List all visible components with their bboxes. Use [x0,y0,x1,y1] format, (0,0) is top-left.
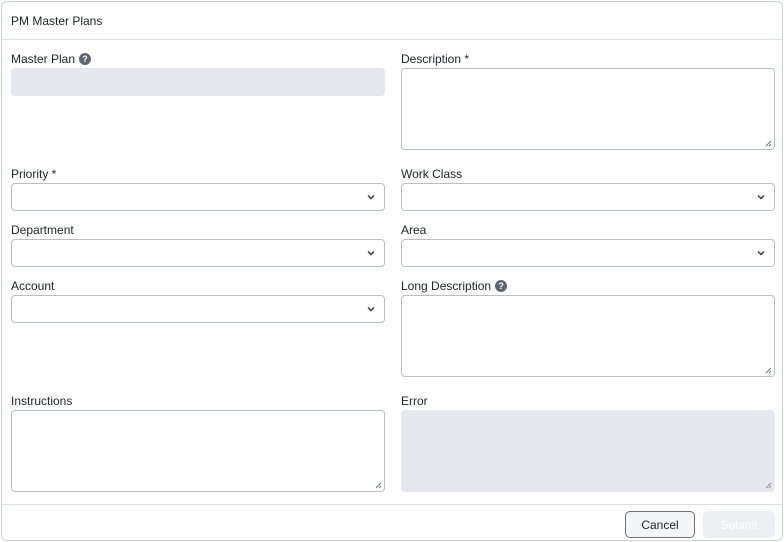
cancel-button[interactable]: Cancel [625,511,695,538]
department-select[interactable] [11,239,385,267]
long-description-help-icon[interactable]: ? [495,280,508,292]
chevron-down-icon [757,251,765,256]
dialog-header: PM Master Plans [2,2,782,40]
account-select[interactable] [11,295,385,323]
dialog-title: PM Master Plans [11,14,103,28]
work-class-label-row: Work Class [401,167,462,181]
work-class-label: Work Class [401,167,463,181]
master-plan-label-row: Master Plan ? [11,52,92,66]
priority-label-row: Priority * [11,167,56,181]
chevron-down-icon [757,195,765,200]
area-select[interactable] [401,239,775,267]
master-plan-label: Master Plan [11,52,76,66]
priority-select[interactable] [11,183,385,211]
account-label-row: Account [11,279,54,293]
area-label-row: Area [401,223,426,237]
error-label-row: Error [401,394,428,408]
long-description-label-row: Long Description ? [401,279,508,293]
master-plan-field [11,68,385,96]
master-plan-help-icon[interactable]: ? [79,53,92,65]
instructions-label: Instructions [11,394,73,408]
work-class-select[interactable] [401,183,775,211]
resize-handle-icon [765,482,772,489]
department-label-row: Department [11,223,74,237]
long-description-label: Long Description [401,279,492,293]
priority-label: Priority * [11,167,57,181]
chevron-down-icon [367,195,375,200]
department-label: Department [11,223,74,237]
resize-handle-icon[interactable] [374,481,382,489]
pm-master-plans-dialog: PM Master Plans Master Plan ? Descriptio… [1,1,783,541]
resize-handle-icon[interactable] [764,139,772,147]
account-label: Account [11,279,55,293]
instructions-textarea[interactable] [11,410,385,492]
description-label: Description * [401,52,470,66]
long-description-textarea[interactable] [401,295,775,377]
description-textarea[interactable] [401,68,775,150]
dialog-footer: Cancel Submit [2,504,782,542]
description-label-row: Description * [401,52,469,66]
chevron-down-icon [367,251,375,256]
chevron-down-icon [367,307,375,312]
area-label: Area [401,223,427,237]
submit-button[interactable]: Submit [703,511,775,538]
resize-handle-icon[interactable] [764,366,772,374]
error-label: Error [401,394,428,408]
error-textarea [401,410,775,492]
instructions-label-row: Instructions [11,394,72,408]
